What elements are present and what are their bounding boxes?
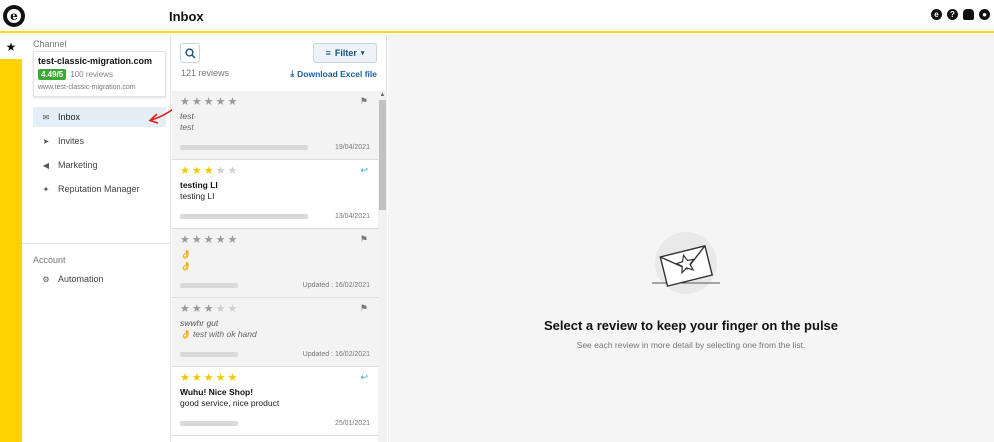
redacted-name — [180, 421, 238, 426]
account-icon[interactable]: e — [931, 9, 942, 20]
filter-label: Filter — [334, 48, 357, 58]
redacted-name — [180, 283, 238, 288]
sidebar-item-label: Reputation Manager — [58, 184, 140, 194]
sparkle-icon: ✦ — [42, 184, 50, 194]
review-date: 25/01/2021 — [334, 420, 370, 427]
review-item[interactable]: ★ ★ ★ ★ ★ ⚑ test test 19/04/2021 — [172, 91, 378, 160]
help-icon[interactable]: ? — [947, 9, 958, 20]
review-total: 100 reviews — [70, 70, 113, 79]
channel-url: www.test-classic-migration.com — [38, 84, 136, 91]
reply-icon[interactable]: ↩ — [360, 372, 368, 383]
sidebar-item-label: Automation — [58, 274, 104, 284]
sidebar-item-automation[interactable]: ⚙ Automation — [33, 269, 166, 289]
review-body: 👌 test with ok hand — [180, 329, 257, 339]
star-rating: ★ ★ ★ ★ ★ — [180, 165, 238, 177]
star-rating: ★ ★ ★ ★ ★ — [180, 96, 238, 108]
app-window: e Inbox e ? ● ★ Channel test-classic-mig… — [0, 0, 994, 442]
flag-icon[interactable]: ⚑ — [360, 96, 368, 107]
review-title: 👌 — [180, 249, 191, 259]
sidebar-item-reputation-manager[interactable]: ✦ Reputation Manager — [33, 179, 166, 199]
review-item[interactable]: ★ ★ ★ ★ ★ ⚑ swwhr gut 👌 test with ok hand Up… — [172, 298, 378, 367]
channel-card[interactable]: test-classic-migration.com 4.49/5 100 re… — [33, 51, 166, 97]
review-count: 121 reviews — [181, 68, 230, 78]
review-date: Updated : 16/02/2021 — [302, 282, 370, 289]
channel-name: test-classic-migration.com — [38, 56, 153, 66]
rating-badge: 4.49/5 — [38, 69, 67, 80]
channel-section-label: Channel — [33, 39, 67, 49]
star-rating: ★ ★ ★ ★ ★ — [180, 303, 238, 315]
review-body: testing LI — [180, 191, 215, 201]
page-title: Inbox — [169, 9, 204, 24]
download-icon: ⤓ — [290, 68, 295, 78]
user-icon[interactable]: ● — [979, 9, 990, 20]
inbox-icon: ✉ — [42, 112, 50, 122]
sidebar-item-label: Marketing — [58, 160, 98, 170]
review-body: good service, nice product — [180, 398, 280, 408]
top-bar: e Inbox e ? ● — [0, 0, 994, 33]
filter-button[interactable]: ≡ Filter ▾ — [313, 43, 377, 63]
review-title: test — [180, 111, 194, 121]
review-list-pane: ≡ Filter ▾ 121 reviews ⤓ Download Excel … — [172, 35, 387, 442]
send-icon: ➤ — [42, 136, 50, 146]
megaphone-icon: ◀ — [42, 160, 50, 170]
review-detail-pane: Select a review to keep your finger on t… — [388, 35, 994, 442]
top-icons: e ? ● — [931, 9, 990, 20]
redacted-email — [180, 214, 308, 219]
review-date: Updated : 16/02/2021 — [302, 351, 370, 358]
review-item[interactable]: ★ ★ ★ ★ ★ ⚑ 👌 👌 Updated : 16/02/2021 — [172, 229, 378, 298]
review-title: testing LI — [180, 180, 218, 190]
review-body: 👌 — [180, 261, 191, 271]
review-list-scrollbar[interactable]: ▲ — [378, 91, 387, 442]
review-date: 19/04/2021 — [334, 144, 370, 151]
filter-icon: ≡ — [325, 48, 331, 58]
sidebar-item-marketing[interactable]: ◀ Marketing — [33, 155, 166, 175]
scroll-thumb[interactable] — [379, 100, 386, 210]
account-section-label: Account — [33, 255, 66, 265]
review-body: test — [180, 122, 194, 132]
sidebar-divider — [22, 243, 171, 244]
empty-state-title: Select a review to keep your finger on t… — [543, 318, 839, 333]
chevron-down-icon: ▾ — [360, 50, 365, 57]
robot-icon: ⚙ — [42, 274, 50, 284]
flag-icon[interactable]: ⚑ — [360, 234, 368, 245]
empty-state-subtitle: See each review in more detail by select… — [576, 340, 806, 350]
sidebar-item-invites[interactable]: ➤ Invites — [33, 131, 166, 151]
search-button[interactable] — [180, 43, 200, 63]
review-item[interactable]: ★ ★ ★ ★ ★ ↩ testing LI testing LI 13/04/2021 — [172, 160, 378, 229]
redacted-email — [180, 145, 308, 150]
redacted-name — [180, 352, 238, 357]
review-date: 13/04/2021 — [334, 213, 370, 220]
download-excel-link[interactable]: ⤓ Download Excel file — [290, 68, 377, 79]
star-rating: ★ ★ ★ ★ ★ — [180, 372, 238, 384]
sidebar-item-label: Invites — [58, 136, 85, 146]
download-label: Download Excel file — [297, 68, 377, 79]
search-icon — [184, 47, 196, 59]
star-icon[interactable]: ★ — [0, 35, 22, 59]
review-title: swwhr gut — [180, 318, 219, 328]
logo-icon[interactable]: e — [3, 5, 25, 27]
app-rail: ★ — [0, 35, 22, 442]
star-rating: ★ ★ ★ ★ ★ — [180, 234, 238, 246]
review-list[interactable]: ★ ★ ★ ★ ★ ⚑ test test 19/04/2021 ★ ★ ★ ★ ★ ↩ tes… — [172, 91, 387, 442]
bell-icon[interactable] — [963, 9, 974, 20]
reply-icon[interactable]: ↩ — [360, 165, 368, 176]
sidebar: Channel test-classic-migration.com 4.49/… — [22, 35, 171, 442]
review-title: Wuhu! Nice Shop! — [180, 387, 254, 397]
envelope-illustration — [652, 232, 720, 294]
review-item[interactable]: ★ ★ ★ ★ ★ ↩ Wuhu! Nice Shop! good service, n… — [172, 367, 378, 436]
flag-icon[interactable]: ⚑ — [360, 303, 368, 314]
sidebar-item-label: Inbox — [58, 112, 81, 122]
scroll-up-arrow[interactable]: ▲ — [378, 91, 387, 100]
